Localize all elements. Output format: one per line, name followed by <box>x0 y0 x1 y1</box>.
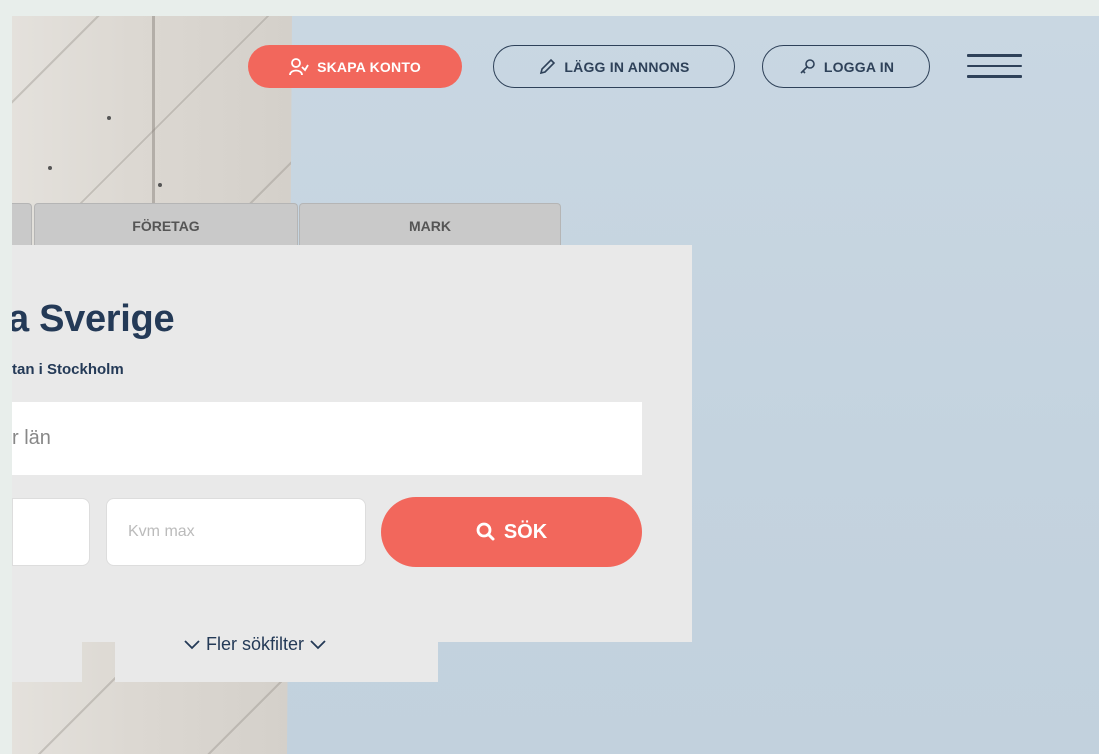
location-placeholder: r län <box>12 427 51 449</box>
hamburger-menu-icon[interactable] <box>967 54 1022 80</box>
tab-foretag[interactable]: FÖRETAG <box>34 203 298 247</box>
more-filters-label: Fler sökfilter <box>206 634 305 654</box>
tab-partial[interactable] <box>12 203 32 247</box>
chevron-down-icon <box>184 639 200 649</box>
create-account-label: SKAPA KONTO <box>317 58 421 75</box>
sqm-min-field[interactable] <box>12 498 90 566</box>
hero-section: SKAPA KONTO LÄGG IN ANNONS LOGGA IN FÖRE… <box>12 16 1099 754</box>
tab-mark[interactable]: MARK <box>299 203 561 247</box>
login-label: LOGGA IN <box>823 58 895 75</box>
chevron-down-icon <box>310 639 326 649</box>
add-user-icon <box>289 57 309 75</box>
tab-mark-label: MARK <box>409 217 451 234</box>
search-button-label: SÖK <box>503 520 548 543</box>
sqm-max-field[interactable]: Kvm max <box>106 498 366 566</box>
tab-foretag-label: FÖRETAG <box>132 217 200 234</box>
create-account-button[interactable]: SKAPA KONTO <box>248 45 462 88</box>
sqm-max-placeholder: Kvm max <box>128 523 195 540</box>
location-search-input[interactable]: r län <box>12 402 642 475</box>
page-title: a Sverige <box>12 298 175 340</box>
post-ad-button[interactable]: LÄGG IN ANNONS <box>493 45 735 88</box>
key-icon <box>800 58 815 74</box>
search-icon <box>476 522 495 541</box>
login-button[interactable]: LOGGA IN <box>762 45 930 88</box>
post-ad-label: LÄGG IN ANNONS <box>564 58 690 75</box>
search-panel-foot-left <box>12 642 82 682</box>
search-button[interactable]: SÖK <box>381 497 642 567</box>
more-filters-toggle[interactable]: Fler sökfilter <box>184 634 326 655</box>
page-subtitle: tan i Stockholm <box>12 361 124 378</box>
pencil-icon <box>540 58 556 74</box>
